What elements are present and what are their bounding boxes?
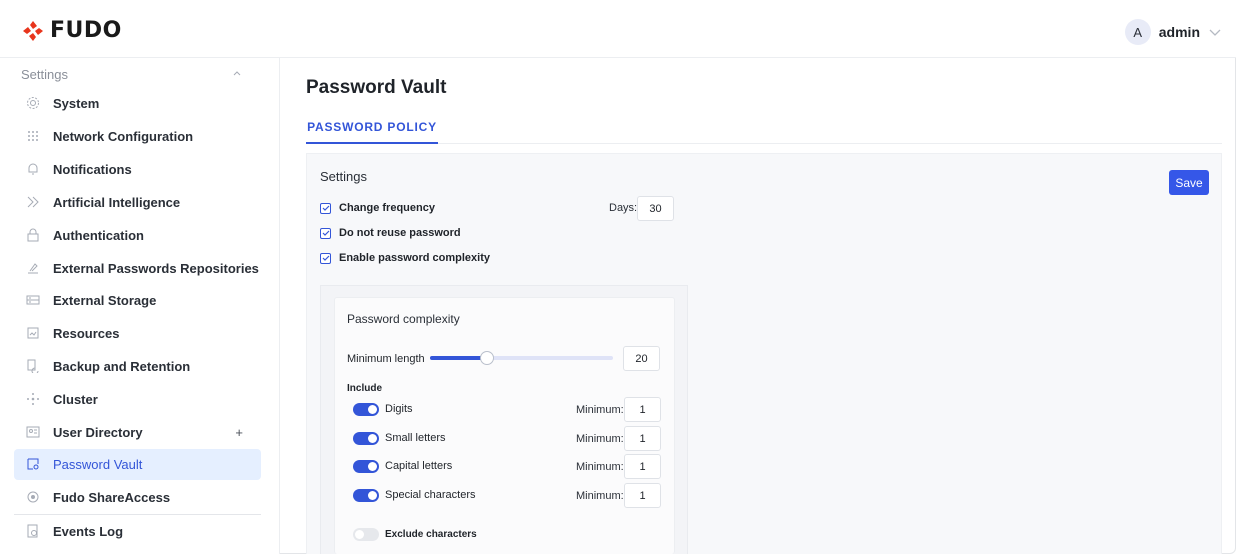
chevron-down-icon[interactable] [1208, 25, 1222, 39]
cluster-icon [27, 393, 39, 405]
ai-icon [27, 196, 39, 208]
chevron-up-icon[interactable] [232, 68, 242, 78]
special-characters-toggle[interactable] [353, 489, 379, 502]
digits-minimum-input[interactable]: 1 [624, 397, 661, 422]
brand-name: FUDO [50, 18, 122, 43]
expand-plus-icon[interactable]: + [235, 425, 243, 440]
small-letters-minimum-input[interactable]: 1 [624, 426, 661, 451]
digits-minimum-label: Minimum: [576, 404, 624, 416]
small-letters-minimum-label: Minimum: [576, 433, 624, 445]
save-button[interactable]: Save [1169, 170, 1209, 195]
share-icon [27, 491, 39, 503]
sidebar-section-title[interactable]: Settings [21, 67, 68, 82]
special-characters-label: Special characters [385, 489, 476, 501]
sidebar-item-cluster[interactable]: Cluster [14, 384, 261, 415]
sidebar-item-external-passwords-repositories[interactable]: External Passwords Repositories [14, 253, 261, 284]
settings-title: Settings [320, 169, 367, 184]
days-label: Days: [609, 202, 638, 214]
sidebar-item-label: User Directory [53, 425, 143, 440]
bell-icon [28, 163, 38, 175]
page-title: Password Vault [306, 77, 447, 98]
sidebar-item-artificial-intelligence[interactable]: Artificial Intelligence [14, 187, 261, 218]
digits-label: Digits [385, 403, 413, 415]
sidebar-item-label: External Storage [53, 293, 157, 308]
capital-letters-minimum-input[interactable]: 1 [624, 454, 661, 479]
change-frequency-label: Change frequency [339, 202, 435, 214]
special-characters-minimum-input[interactable]: 1 [624, 483, 661, 508]
sidebar-item-user-directory[interactable]: User Directory + [14, 417, 261, 448]
minimum-length-slider[interactable] [430, 351, 613, 365]
slider-fill [430, 356, 487, 360]
sidebar-item-label: System [53, 96, 100, 111]
minimum-length-label: Minimum length [347, 353, 425, 365]
sidebar-item-label: Password Vault [53, 457, 143, 472]
include-label: Include [347, 383, 383, 394]
gear-icon [27, 97, 39, 109]
top-bar: FUDO A admin [0, 0, 1236, 58]
avatar[interactable]: A [1124, 19, 1151, 45]
tab-password-policy[interactable]: PASSWORD POLICY [306, 112, 438, 144]
slider-handle[interactable] [479, 351, 494, 365]
small-letters-toggle[interactable] [353, 432, 379, 445]
complexity-label: Enable password complexity [339, 252, 490, 264]
check-icon [322, 255, 329, 261]
sidebar-item-authentication[interactable]: Authentication [14, 220, 261, 251]
sidebar-divider [14, 514, 261, 515]
capital-letters-minimum-label: Minimum: [576, 461, 624, 473]
network-icon [28, 131, 38, 141]
sidebar-item-fudo-shareaccess[interactable]: Fudo ShareAccess [14, 482, 261, 513]
storage-icon [26, 295, 40, 305]
complexity-title: Password complexity [347, 312, 460, 326]
special-characters-minimum-label: Minimum: [576, 490, 624, 502]
sidebar-item-system[interactable]: System [14, 88, 261, 119]
capital-letters-toggle[interactable] [353, 460, 379, 473]
sidebar-item-label: Fudo ShareAccess [53, 490, 171, 505]
user-name[interactable]: admin [1159, 24, 1200, 40]
capital-letters-label: Capital letters [385, 460, 453, 472]
events-log-icon [27, 524, 38, 538]
sidebar-item-label: Resources [53, 326, 120, 341]
lock-icon [27, 228, 39, 242]
resources-icon [27, 327, 39, 339]
sidebar-item-network-configuration[interactable]: Network Configuration [14, 121, 261, 152]
minimum-length-input[interactable]: 20 [623, 346, 660, 371]
sidebar-item-label: Backup and Retention [53, 359, 191, 374]
sidebar-item-label: Events Log [53, 524, 124, 539]
days-input[interactable]: 30 [637, 196, 674, 221]
fudo-logo[interactable]: FUDO [22, 18, 122, 43]
backup-icon [27, 359, 39, 373]
fudo-logo-icon [23, 20, 43, 41]
change-frequency-checkbox[interactable] [320, 202, 331, 214]
exclude-characters-toggle[interactable] [353, 528, 379, 541]
tab-bar: PASSWORD POLICY [306, 112, 1222, 144]
sidebar-item-label: Cluster [53, 392, 98, 407]
user-directory-icon [26, 426, 40, 438]
sidebar-item-label: Artificial Intelligence [53, 195, 181, 210]
small-letters-label: Small letters [385, 432, 446, 444]
vault-icon [27, 458, 39, 470]
sidebar-item-resources[interactable]: Resources [14, 318, 261, 349]
no-reuse-label: Do not reuse password [339, 227, 461, 239]
sidebar-item-external-storage[interactable]: External Storage [14, 285, 261, 316]
no-reuse-checkbox[interactable] [320, 227, 331, 239]
sidebar-item-notifications[interactable]: Notifications [14, 154, 261, 185]
sidebar-item-password-vault[interactable]: Password Vault [14, 449, 261, 480]
sidebar-item-label: Network Configuration [53, 129, 194, 144]
complexity-row[interactable]: Enable password complexity [320, 252, 490, 264]
change-frequency-row[interactable]: Change frequency [320, 202, 435, 214]
sidebar-item-label: Notifications [53, 162, 132, 177]
user-menu[interactable]: A admin [1124, 19, 1222, 45]
sidebar-item-label: External Passwords Repositories [53, 261, 259, 276]
check-icon [322, 230, 329, 236]
complexity-checkbox[interactable] [320, 252, 331, 264]
check-icon [322, 205, 329, 211]
key-icon [28, 263, 38, 274]
sidebar-item-backup-and-retention[interactable]: Backup and Retention [14, 351, 261, 382]
digits-toggle[interactable] [353, 403, 379, 416]
exclude-characters-label: Exclude characters [385, 529, 477, 540]
sidebar-item-label: Authentication [53, 228, 144, 243]
sidebar-item-events-log[interactable]: Events Log [14, 516, 261, 547]
no-reuse-row[interactable]: Do not reuse password [320, 227, 461, 239]
complexity-card [334, 297, 675, 554]
